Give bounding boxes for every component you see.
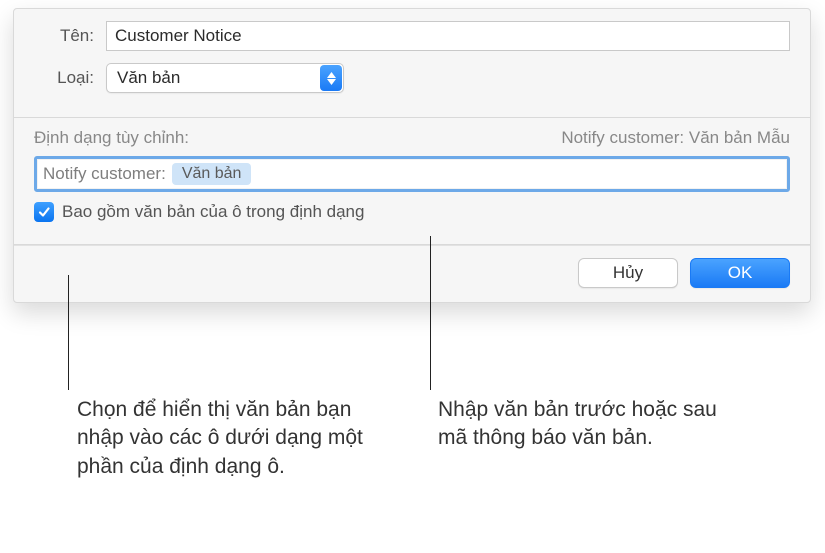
name-row: Tên: bbox=[14, 9, 810, 59]
name-input[interactable] bbox=[106, 21, 790, 51]
sample-label: Notify customer: Văn bản Mẫu bbox=[561, 128, 790, 148]
include-text-checkbox[interactable] bbox=[34, 202, 54, 222]
cancel-button[interactable]: Hủy bbox=[578, 258, 678, 288]
format-prefix-text: Notify customer: bbox=[43, 164, 166, 184]
include-text-row: Bao gồm văn bản của ô trong định dạng bbox=[14, 192, 810, 234]
ok-button[interactable]: OK bbox=[690, 258, 790, 288]
dialog-footer: Hủy OK bbox=[14, 245, 810, 302]
text-token[interactable]: Văn bản bbox=[172, 163, 252, 185]
type-row: Loại: Văn bản bbox=[14, 59, 810, 107]
format-field[interactable]: Notify customer: Văn bản bbox=[34, 156, 790, 192]
include-text-label: Bao gồm văn bản của ô trong định dạng bbox=[62, 202, 364, 222]
type-select[interactable]: Văn bản bbox=[106, 63, 344, 93]
dropdown-arrows-icon bbox=[320, 65, 342, 91]
custom-format-dialog: Tên: Loại: Văn bản Định dạng tùy chỉnh: … bbox=[13, 8, 811, 303]
type-select-value: Văn bản bbox=[117, 68, 333, 88]
custom-format-label: Định dạng tùy chỉnh: bbox=[34, 128, 189, 148]
callout-right-text: Nhập văn bản trước hoặc sau mã thông báo… bbox=[438, 396, 738, 453]
checkmark-icon bbox=[37, 205, 51, 219]
name-label: Tên: bbox=[34, 26, 106, 46]
custom-format-header: Định dạng tùy chỉnh: Notify customer: Vă… bbox=[14, 118, 810, 156]
callout-left-text: Chọn để hiển thị văn bản bạn nhập vào cá… bbox=[77, 396, 377, 481]
type-label: Loại: bbox=[34, 68, 106, 88]
